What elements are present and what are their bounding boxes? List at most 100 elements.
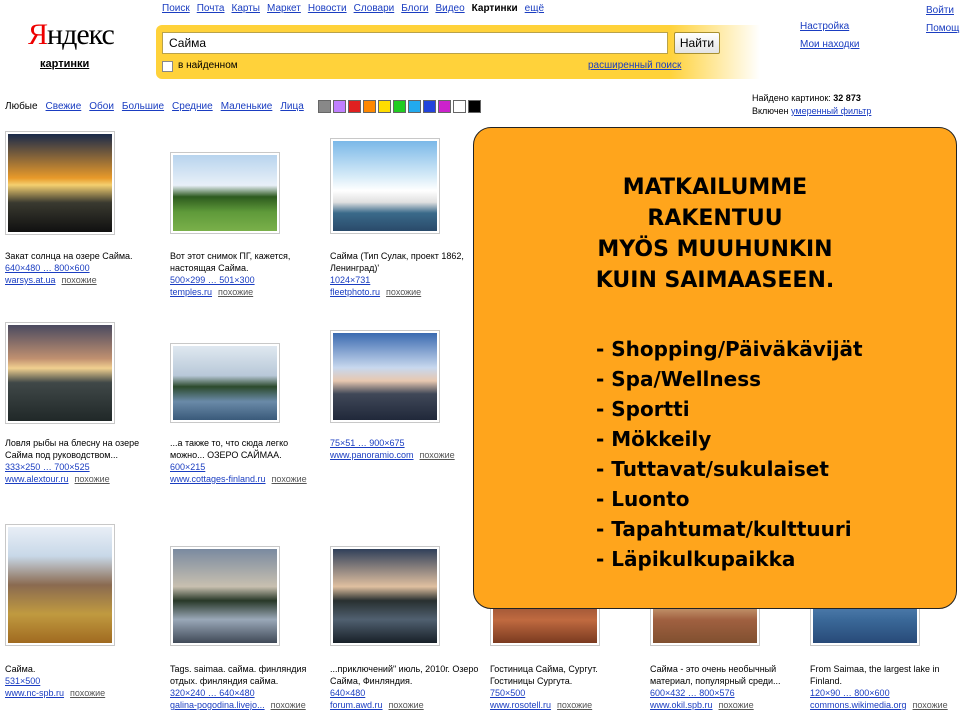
image-size-link[interactable]: 531×500 xyxy=(5,676,40,686)
image-size-link[interactable]: 640×480 xyxy=(330,688,365,698)
moderate-filter-link[interactable]: умеренный фильтр xyxy=(791,106,871,116)
thumbnail-image xyxy=(333,333,437,420)
yandex-logo[interactable]: Яндекс xyxy=(28,18,115,52)
source-link[interactable]: www.cottages-finland.ru xyxy=(170,474,266,484)
source-link[interactable]: www.alextour.ru xyxy=(5,474,69,484)
source-link[interactable]: www.okil.spb.ru xyxy=(650,700,713,710)
source-link[interactable]: commons.wikimedia.org xyxy=(810,700,907,710)
color-swatch[interactable] xyxy=(333,100,346,113)
nav-more[interactable]: ещё xyxy=(525,3,544,14)
image-size-link[interactable]: 600×215 xyxy=(170,462,205,472)
similar-link[interactable]: похожие xyxy=(271,700,306,710)
filter-faces[interactable]: Лица xyxy=(280,101,303,112)
search-in-found-checkbox[interactable] xyxy=(162,61,173,72)
callout-item: - Tapahtumat/kulttuuri xyxy=(596,517,852,541)
source-link[interactable]: fleetphoto.ru xyxy=(330,287,380,297)
filter-wallpapers[interactable]: Обои xyxy=(89,101,114,112)
similar-link[interactable]: похожие xyxy=(386,287,421,297)
result-thumbnail[interactable] xyxy=(5,524,115,646)
color-swatch[interactable] xyxy=(348,100,361,113)
filter-fresh[interactable]: Свежие xyxy=(46,101,82,112)
source-link[interactable]: galina-pogodina.livejo... xyxy=(170,700,265,710)
color-swatch[interactable] xyxy=(438,100,451,113)
similar-link[interactable]: похожие xyxy=(389,700,424,710)
thumbnail-image xyxy=(8,527,112,643)
source-link[interactable]: forum.awd.ru xyxy=(330,700,383,710)
thumbnail-image xyxy=(333,549,437,643)
similar-link[interactable]: похожие xyxy=(218,287,253,297)
image-size-link[interactable]: 500×299 … 501×300 xyxy=(170,275,255,285)
callout-title: MATKAILUMME RAKENTUU MYÖS MUUHUNKIN KUIN… xyxy=(474,172,956,296)
color-swatch[interactable] xyxy=(393,100,406,113)
color-swatch[interactable] xyxy=(423,100,436,113)
color-swatch[interactable] xyxy=(363,100,376,113)
similar-link[interactable]: похожие xyxy=(913,700,948,710)
image-size-link[interactable]: 600×432 … 800×576 xyxy=(650,688,735,698)
source-link[interactable]: www.panoramio.com xyxy=(330,450,414,460)
advanced-search-link[interactable]: расширенный поиск xyxy=(588,60,681,71)
similar-link[interactable]: похожие xyxy=(62,275,97,285)
image-size-link[interactable]: 750×500 xyxy=(490,688,525,698)
login-link[interactable]: Войти xyxy=(926,2,960,20)
color-swatch[interactable] xyxy=(453,100,466,113)
top-navigation: Поиск Почта Карты Маркет Новости Словари… xyxy=(162,3,544,14)
caption-line: Гостиницы Сургута. xyxy=(490,676,573,686)
caption-line: Сайма - это очень необычный xyxy=(650,664,777,674)
thumbnail-image xyxy=(173,155,277,231)
filter-large[interactable]: Большие xyxy=(122,101,164,112)
help-link[interactable]: Помощь xyxy=(926,20,960,38)
image-size-link[interactable]: 1024×731 xyxy=(330,275,370,285)
source-link[interactable]: temples.ru xyxy=(170,287,212,297)
similar-link[interactable]: похожие xyxy=(420,450,455,460)
nav-images[interactable]: Картинки xyxy=(472,3,518,14)
nav-news[interactable]: Новости xyxy=(308,3,347,14)
nav-dictionaries[interactable]: Словари xyxy=(354,3,395,14)
result-thumbnail[interactable] xyxy=(330,546,440,646)
result-thumbnail[interactable] xyxy=(5,131,115,235)
result-thumbnail[interactable] xyxy=(170,546,280,646)
image-size-link[interactable]: 640×480 … 800×600 xyxy=(5,263,90,273)
nav-video[interactable]: Видео xyxy=(435,3,464,14)
color-swatch[interactable] xyxy=(378,100,391,113)
similar-link[interactable]: похожие xyxy=(75,474,110,484)
callout-item: - Luonto xyxy=(596,487,690,511)
similar-link[interactable]: похожие xyxy=(272,474,307,484)
color-swatch[interactable] xyxy=(468,100,481,113)
size-filters: Любые Свежие Обои Большие Средние Малень… xyxy=(5,101,304,112)
color-swatch[interactable] xyxy=(408,100,421,113)
result-thumbnail[interactable] xyxy=(330,330,440,423)
search-input[interactable] xyxy=(162,32,668,54)
my-finds-link[interactable]: Мои находки xyxy=(800,36,859,54)
nav-blogs[interactable]: Блоги xyxy=(401,3,428,14)
image-size-link[interactable]: 333×250 … 700×525 xyxy=(5,462,90,472)
similar-link[interactable]: похожие xyxy=(557,700,592,710)
nav-mail[interactable]: Почта xyxy=(197,3,225,14)
nav-maps[interactable]: Карты xyxy=(232,3,261,14)
similar-link[interactable]: похожие xyxy=(719,700,754,710)
similar-link[interactable]: похожие xyxy=(70,688,105,698)
source-link[interactable]: www.nc-spb.ru xyxy=(5,688,64,698)
image-size-link[interactable]: 75×51 … 900×675 xyxy=(330,438,405,448)
caption-line: Ловля рыбы на блесну на озере xyxy=(5,438,140,448)
logo-subtitle[interactable]: картинки xyxy=(40,58,89,70)
settings-link[interactable]: Настройка xyxy=(800,18,859,36)
image-size-link[interactable]: 120×90 … 800×600 xyxy=(810,688,890,698)
nav-search[interactable]: Поиск xyxy=(162,3,190,14)
result-thumbnail[interactable] xyxy=(5,322,115,424)
filter-any[interactable]: Любые xyxy=(5,101,38,112)
logo-text: ндекс xyxy=(47,18,115,51)
result-thumbnail[interactable] xyxy=(170,152,280,234)
logo-letter: Я xyxy=(28,18,48,51)
image-size-link[interactable]: 320×240 … 640×480 xyxy=(170,688,255,698)
nav-market[interactable]: Маркет xyxy=(267,3,301,14)
filter-medium[interactable]: Средние xyxy=(172,101,213,112)
result-thumbnail[interactable] xyxy=(330,138,440,234)
search-button[interactable]: Найти xyxy=(674,32,720,54)
result-caption: From Saimaa, the largest lake in Finland.… xyxy=(810,663,960,711)
source-link[interactable]: www.rosotell.ru xyxy=(490,700,551,710)
caption-line: отдых. финляндия сайма. xyxy=(170,676,279,686)
color-swatch[interactable] xyxy=(318,100,331,113)
filter-small[interactable]: Маленькие xyxy=(221,101,273,112)
result-thumbnail[interactable] xyxy=(170,343,280,423)
source-link[interactable]: warsys.at.ua xyxy=(5,275,56,285)
